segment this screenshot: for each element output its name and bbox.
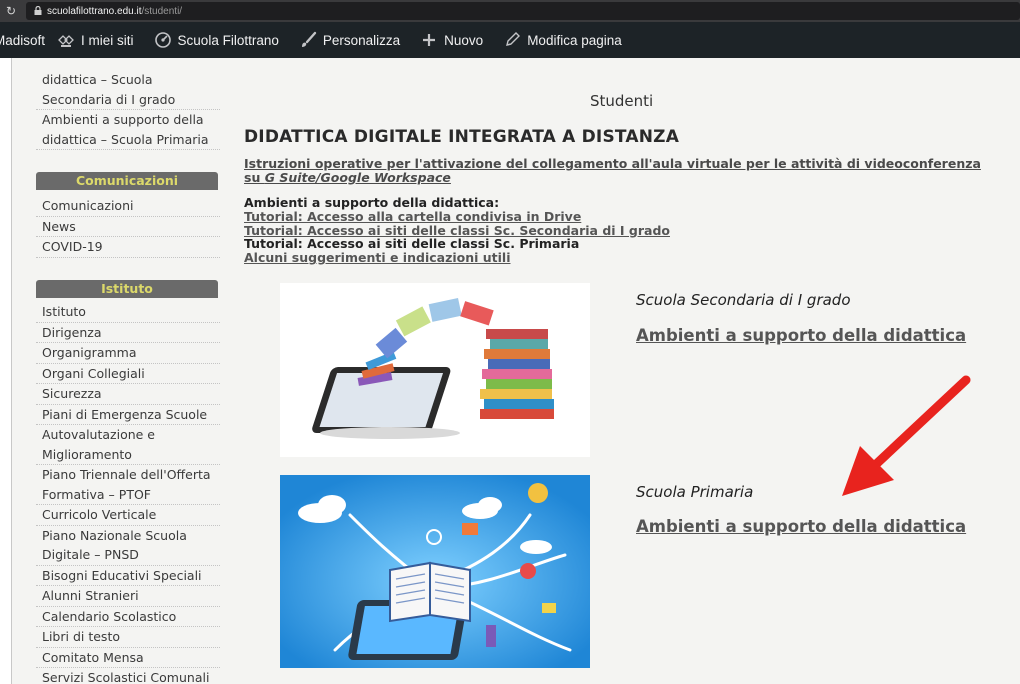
sites-icon [57, 31, 75, 49]
pencil-icon [503, 31, 521, 49]
secondaria-ambienti-link[interactable]: Ambienti a supporto della didattica [636, 326, 966, 345]
ambienti-label: Ambienti a supporto della didattica: [244, 195, 500, 210]
admin-item-label: Scuola Filottrano [177, 32, 279, 48]
instructions-em: G Suite/Google Workspace [264, 170, 451, 185]
tutorial-secondaria-link[interactable]: Tutorial: Accesso ai siti delle classi S… [244, 223, 670, 238]
reload-icon[interactable]: ↻ [0, 4, 22, 18]
secondaria-label: Scuola Secondaria di I grado [636, 291, 851, 309]
wp-admin-bar: Madisoft I miei siti Scuola Filottrano P… [0, 22, 1020, 58]
sidebar-item-comitato-mensa[interactable]: Comitato Mensa [36, 648, 220, 668]
brush-icon [299, 31, 317, 49]
sidebar-item-alunni-stranieri[interactable]: Alunni Stranieri [36, 586, 220, 607]
sidebar-item-istituto[interactable]: Istituto [36, 302, 220, 323]
admin-item-label: Madisoft [0, 32, 46, 48]
sidebar-item-autovalutazione[interactable]: Autovalutazione e [36, 425, 220, 445]
sidebar-item-curricolo[interactable]: Curricolo Verticale [36, 505, 220, 526]
sidebar-item-calendario[interactable]: Calendario Scolastico [36, 607, 220, 627]
admin-item-edit-page[interactable]: Modifica pagina [503, 31, 622, 49]
sidebar-item-covid[interactable]: COVID-19 [36, 237, 220, 258]
browser-toolbar: ↻ scuolafilottrano.edu.it/studenti/ [0, 0, 1020, 22]
sidebar-istituto-list: Istituto Dirigenza Organigramma Organi C… [36, 302, 220, 684]
url-host: scuolafilottrano.edu.it [46, 5, 142, 17]
plus-icon [420, 31, 438, 49]
sidebar-item-sicurezza[interactable]: Sicurezza [36, 384, 220, 405]
sidebar-item-pnsd[interactable]: Piano Nazionale Scuola [36, 526, 220, 546]
primaria-image [280, 475, 590, 668]
sidebar-item-organi-collegiali[interactable]: Organi Collegiali [36, 364, 220, 384]
admin-item-my-sites[interactable]: I miei siti [57, 31, 134, 49]
admin-item-site[interactable]: Scuola Filottrano [154, 31, 279, 49]
sidebar-item-piani-emergenza[interactable]: Piani di Emergenza Scuole [36, 405, 220, 425]
tutorial-primaria-text: Tutorial: Accesso ai siti delle classi S… [244, 236, 580, 252]
admin-item-label: Nuovo [444, 32, 484, 48]
dashboard-icon [154, 31, 172, 49]
lock-icon [34, 5, 42, 17]
admin-item-label: I miei siti [81, 32, 134, 48]
sidebar-item-organigramma[interactable]: Organigramma [36, 343, 220, 364]
admin-item-new[interactable]: Nuovo [420, 31, 483, 49]
sidebar-item-servizi-comunali[interactable]: Servizi Scolastici Comunali [36, 668, 220, 684]
sidebar-header-istituto: Istituto [36, 280, 218, 298]
admin-item-customize[interactable]: Personalizza [299, 31, 400, 49]
sidebar-item-didattica-primaria[interactable]: didattica – Scuola Primaria [36, 130, 220, 150]
primaria-ambienti-link[interactable]: Ambienti a supporto della didattica [636, 517, 966, 536]
suggerimenti-link[interactable]: Alcuni suggerimenti e indicazioni utili [244, 251, 670, 265]
sidebar-item-dirigenza[interactable]: Dirigenza [36, 323, 220, 343]
sidebar-item-comunicazioni[interactable]: Comunicazioni [36, 196, 220, 217]
page-title: Studenti [590, 92, 654, 110]
sidebar-item-didattica-primaria[interactable]: Ambienti a supporto della [36, 110, 220, 130]
admin-item-label: Personalizza [322, 32, 401, 48]
sidebar-item-libri[interactable]: Libri di testo [36, 627, 220, 648]
url-path: /studenti/ [141, 5, 183, 17]
sidebar-item-bes[interactable]: Bisogni Educativi Speciali [36, 566, 220, 586]
sidebar-item-ptof[interactable]: Formativa – PTOF [36, 485, 220, 505]
admin-item-label: Modifica pagina [527, 32, 622, 48]
sidebar-header-comunicazioni: Comunicazioni [36, 172, 218, 190]
sidebar-comunicazioni-list: Comunicazioni News COVID-19 [36, 196, 220, 258]
tutorial-drive-link[interactable]: Tutorial: Accesso alla cartella condivis… [244, 209, 670, 224]
sidebar-item-didattica-secondaria[interactable]: Secondaria di I grado [36, 90, 220, 110]
sidebar-item-didattica-secondaria[interactable]: didattica – Scuola [36, 70, 220, 90]
sidebar-item-ptof[interactable]: Piano Triennale dell'Offerta [36, 465, 220, 485]
primaria-label: Scuola Primaria [636, 483, 754, 501]
page-edge [0, 58, 12, 684]
section-title: DIDATTICA DIGITALE INTEGRATA A DISTANZA [244, 127, 680, 147]
sidebar-item-pnsd[interactable]: Digitale – PNSD [36, 545, 220, 566]
sidebar-top-links: didattica – Scuola Secondaria di I grado… [36, 70, 220, 150]
instructions-link[interactable]: Istruzioni operative per l'attivazione d… [244, 157, 984, 185]
sidebar-item-news[interactable]: News [36, 217, 220, 237]
sidebar-item-autovalutazione[interactable]: Miglioramento [36, 445, 220, 465]
admin-item-madisoft[interactable]: Madisoft [0, 33, 45, 48]
ambienti-block: Ambienti a supporto della didattica: Tut… [244, 196, 670, 265]
secondaria-image [280, 283, 590, 457]
address-bar[interactable]: scuolafilottrano.edu.it/studenti/ [25, 2, 1020, 20]
red-arrow-icon [820, 370, 980, 514]
